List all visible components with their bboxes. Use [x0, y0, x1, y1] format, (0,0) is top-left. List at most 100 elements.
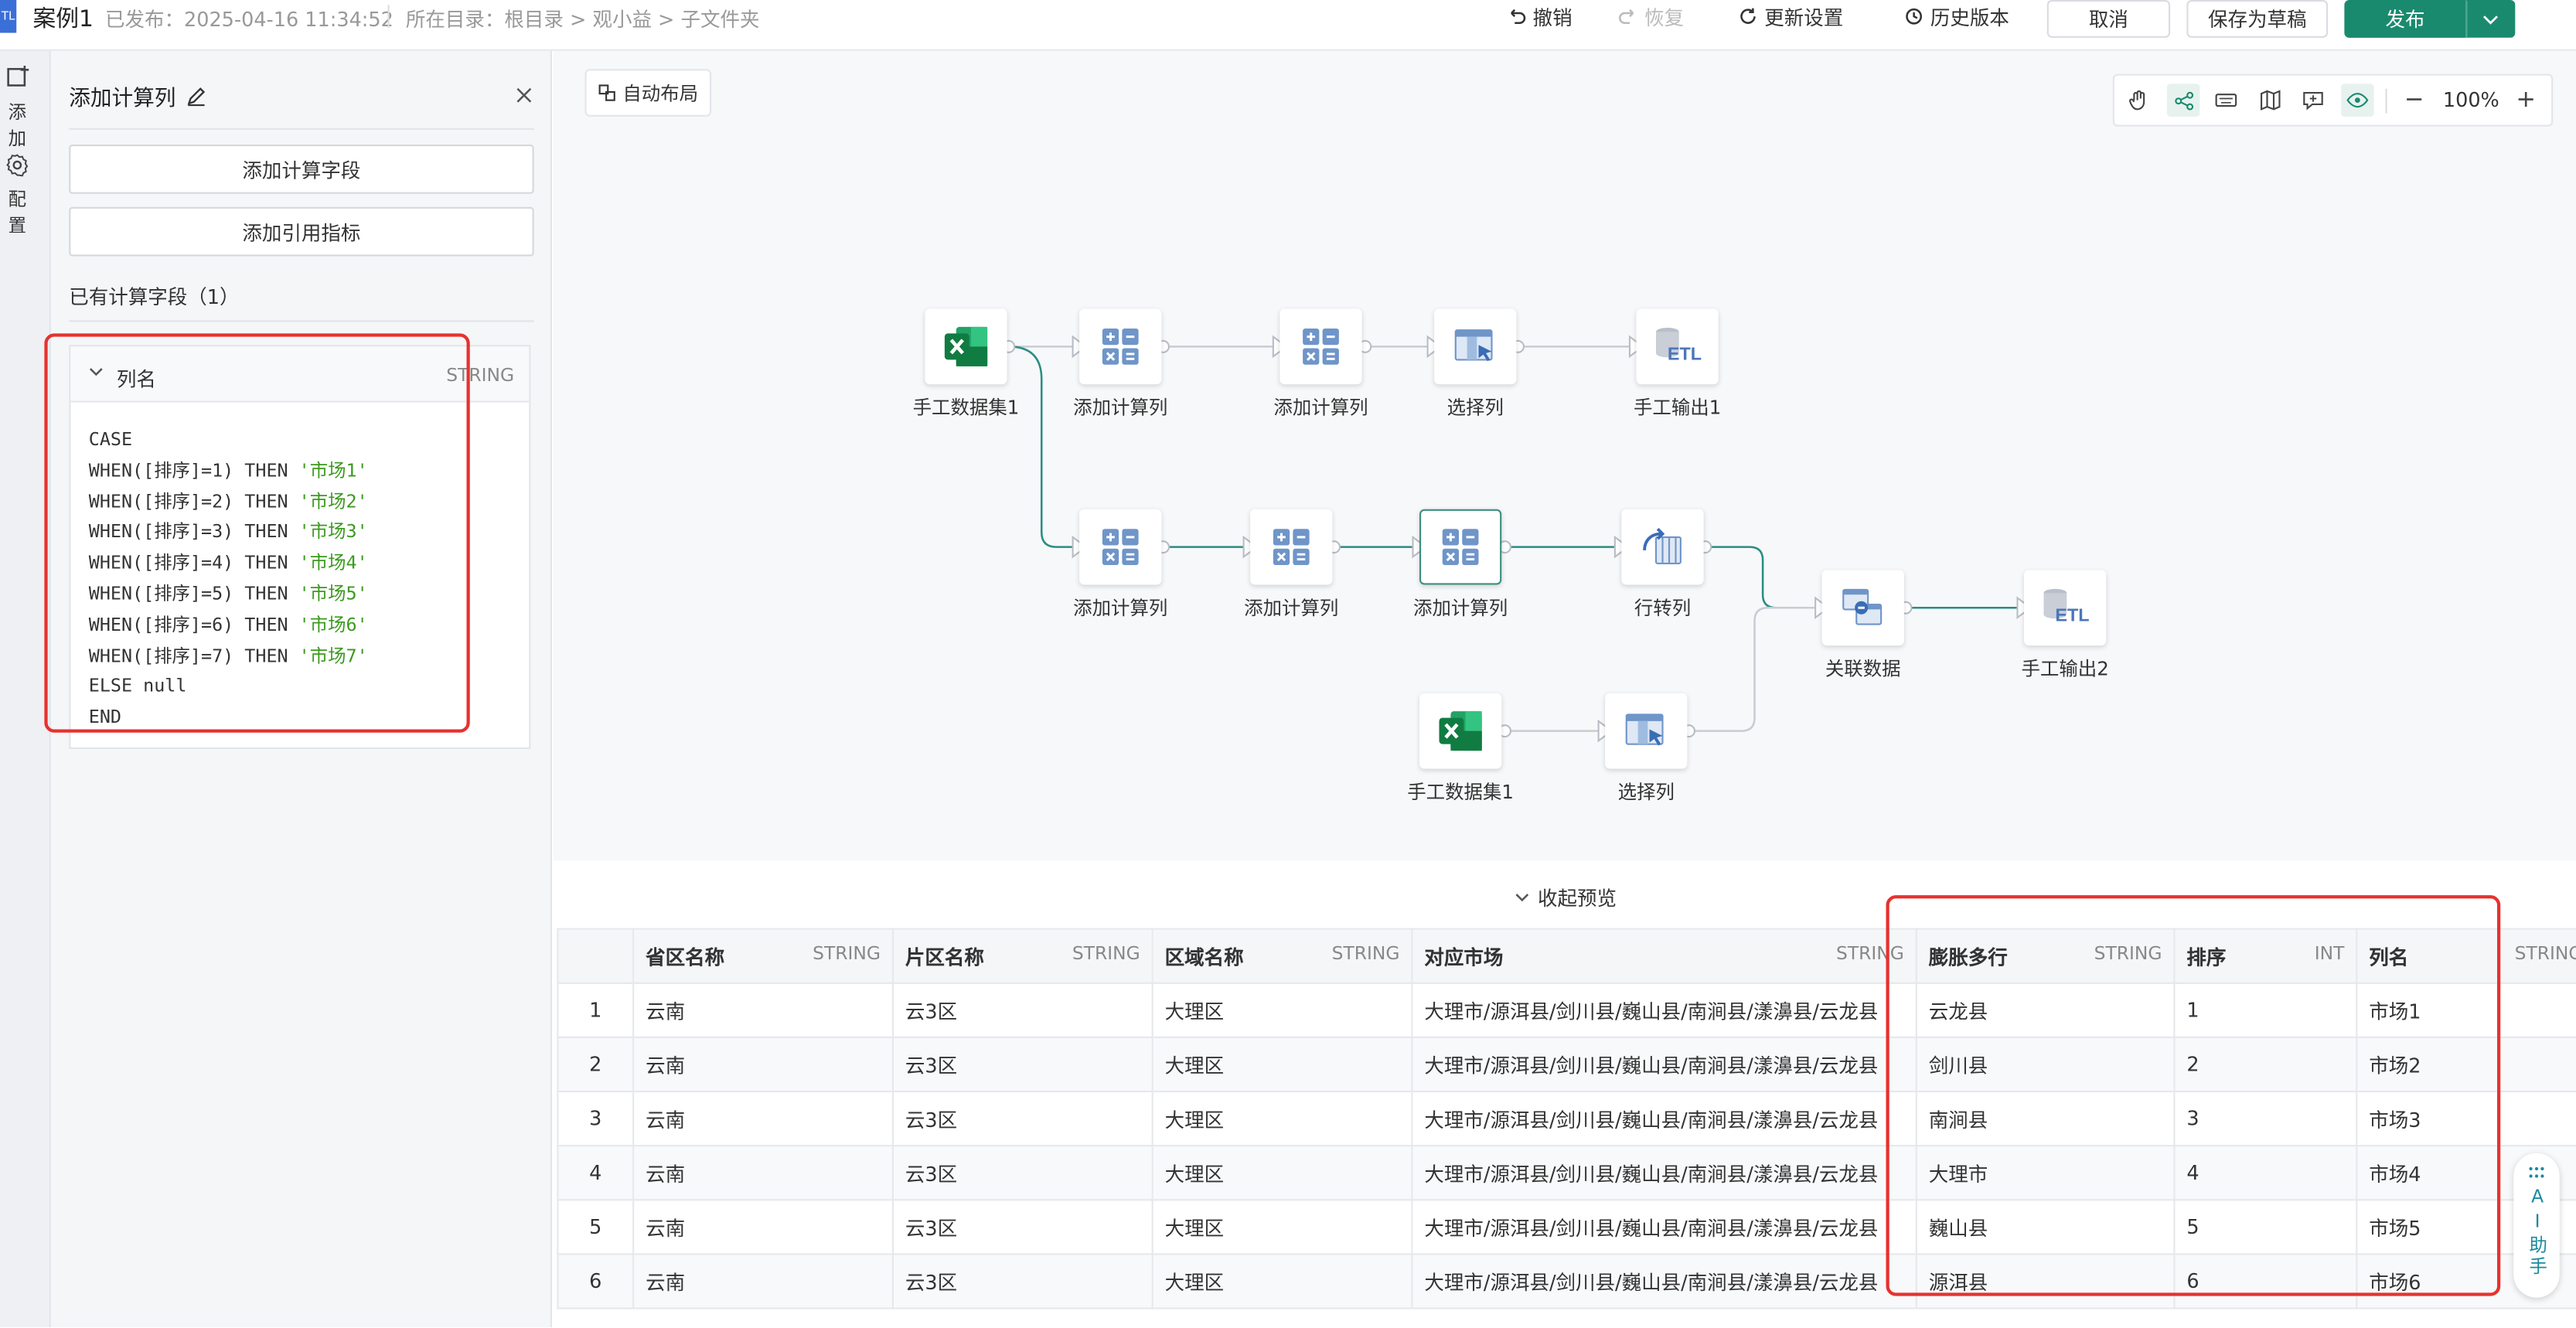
flow-node[interactable]: [1605, 693, 1688, 769]
left-toolbar: 添加 配置: [0, 50, 51, 1327]
history-icon: [1904, 7, 1924, 27]
collapse-preview-label: 收起预览: [1538, 887, 1617, 911]
update-settings-button[interactable]: 更新设置: [1738, 0, 1843, 33]
column-name: 省区名称: [646, 945, 725, 969]
row-index: 4: [557, 1145, 635, 1201]
flow-node[interactable]: [925, 308, 1007, 385]
table-cell: 大理区: [1151, 1199, 1413, 1255]
pivot-icon: [1641, 527, 1684, 567]
flow-node-label: 手工数据集1: [1407, 780, 1514, 804]
config-label: 配置: [8, 189, 26, 237]
add-calc-field-button[interactable]: 添加计算字段: [69, 145, 534, 194]
redo-button[interactable]: 恢复: [1618, 0, 1684, 33]
table-cell: 大理市/源洱县/剑川县/巍山县/南涧县/漾濞县/云龙县: [1411, 1199, 1917, 1255]
table-cell: 大理市/源洱县/剑川县/巍山县/南涧县/漾濞县/云龙县: [1411, 1036, 1917, 1093]
table-cell: 大理区: [1151, 1253, 1413, 1309]
table-cell: 大理区: [1151, 1036, 1413, 1093]
column-header[interactable]: 片区名称 STRING: [891, 928, 1153, 984]
excel-icon: [1436, 708, 1485, 754]
flow-node[interactable]: [1279, 308, 1362, 385]
flow-node-label: 添加计算列: [1073, 396, 1168, 419]
table-cell: 大理市/源洱县/剑川县/巍山县/南涧县/漾濞县/云龙县: [1411, 1253, 1917, 1309]
column-type: STRING: [2514, 942, 2576, 964]
close-icon[interactable]: [516, 87, 532, 104]
flow-node-label: 选择列: [1446, 396, 1504, 419]
chevron-down-icon: [2482, 12, 2499, 26]
flow-node-label: 手工数据集1: [912, 396, 1020, 419]
row-index: 3: [557, 1091, 635, 1147]
collapse-preview-button[interactable]: 收起预览: [1515, 884, 1617, 911]
column-name: 区域名称: [1164, 945, 1244, 969]
column-header[interactable]: 对应市场 STRING: [1411, 928, 1917, 984]
column-type: STRING: [1331, 942, 1400, 964]
table-cell: 大理市/源洱县/剑川县/巍山县/南涧县/漾濞县/云龙县: [1411, 1091, 1917, 1147]
redo-icon: [1618, 7, 1638, 27]
app-badge: TL: [0, 0, 17, 33]
ai-assistant-button[interactable]: AI助手: [2513, 1153, 2560, 1298]
flow-node-label: 添加计算列: [1073, 596, 1168, 620]
flow-node-label: 添加计算列: [1413, 596, 1508, 620]
flow-node[interactable]: [1419, 693, 1502, 769]
flow-node[interactable]: [1621, 509, 1704, 585]
panel-title: 添加计算列: [69, 87, 176, 112]
breadcrumb: 所在目录：根目录 > 观小益 > 子文件夹: [405, 8, 760, 32]
column-header[interactable]: 区域名称 STRING: [1151, 928, 1413, 984]
history-button[interactable]: 历史版本: [1904, 0, 2009, 33]
svg-text:ETL: ETL: [1668, 343, 1702, 363]
table-cell: 云南: [632, 982, 894, 1038]
chevron-down-icon: [1515, 892, 1529, 904]
flow-node[interactable]: [1821, 570, 1904, 646]
column-header[interactable]: 省区名称 STRING: [632, 928, 894, 984]
config-tool[interactable]: 配置: [0, 153, 35, 239]
flow-node[interactable]: [1419, 509, 1502, 585]
flow-node-label: 关联数据: [1825, 657, 1901, 680]
table-cell: 云3区: [891, 1091, 1153, 1147]
update-settings-label: 更新设置: [1764, 5, 1844, 29]
add-node-icon: [4, 64, 30, 90]
table-cell: 云南: [632, 1091, 894, 1147]
edit-icon[interactable]: [186, 86, 207, 107]
add-label: 添加: [8, 101, 26, 150]
undo-label: 撤销: [1532, 5, 1573, 29]
highlight-box-columns: [1886, 895, 2501, 1296]
select-column-icon: [1454, 327, 1497, 366]
column-name: 片区名称: [905, 945, 984, 969]
publish-status: 已发布：2025-04-16 11:34:52: [105, 8, 394, 32]
table-cell: 大理市/源洱县/剑川县/巍山县/南涧县/漾濞县/云龙县: [1411, 1145, 1917, 1201]
flow-node[interactable]: ETL: [1636, 308, 1719, 385]
index-header: [557, 928, 635, 984]
save-draft-button[interactable]: 保存为草稿: [2186, 0, 2329, 38]
table-cell: 云3区: [891, 1145, 1153, 1201]
flow-node[interactable]: [1434, 308, 1517, 385]
etl-output-icon: ETL: [1653, 325, 1702, 368]
panel-header: 添加计算列: [69, 80, 207, 112]
undo-icon: [1507, 7, 1527, 27]
cancel-button[interactable]: 取消: [2046, 0, 2171, 38]
flow-node[interactable]: ETL: [2024, 570, 2107, 646]
table-cell: 大理区: [1151, 1145, 1413, 1201]
table-cell: 云南: [632, 1199, 894, 1255]
divider: [69, 320, 534, 322]
table-cell: 大理区: [1151, 1091, 1413, 1147]
publish-button[interactable]: 发布: [2344, 0, 2466, 38]
flow-node[interactable]: [1250, 509, 1333, 585]
gear-icon: [5, 153, 29, 178]
page-title: 案例1: [32, 6, 94, 33]
flow-node-label: 行转列: [1634, 596, 1692, 620]
publish-dropdown[interactable]: [2465, 0, 2516, 38]
table-cell: 云南: [632, 1145, 894, 1201]
highlight-box-formula: [44, 333, 470, 733]
table-cell: 云3区: [891, 1036, 1153, 1093]
flow-node[interactable]: [1079, 308, 1162, 385]
ai-icon: [2528, 1166, 2544, 1180]
divider: [69, 128, 534, 130]
add-metric-button[interactable]: 添加引用指标: [69, 206, 534, 257]
table-cell: 云3区: [891, 1253, 1153, 1309]
undo-button[interactable]: 撤销: [1507, 0, 1573, 33]
table-cell: 云南: [632, 1253, 894, 1309]
row-index: 5: [557, 1199, 635, 1255]
flow-node-label: 添加计算列: [1244, 596, 1339, 620]
flow-canvas[interactable]: 自动布局 100% 手工数据集1 添加计算列 添加计算列 选择列 ETL 手工输…: [554, 50, 2576, 861]
flow-node[interactable]: [1079, 509, 1162, 585]
add-tool[interactable]: 添加: [0, 64, 35, 152]
